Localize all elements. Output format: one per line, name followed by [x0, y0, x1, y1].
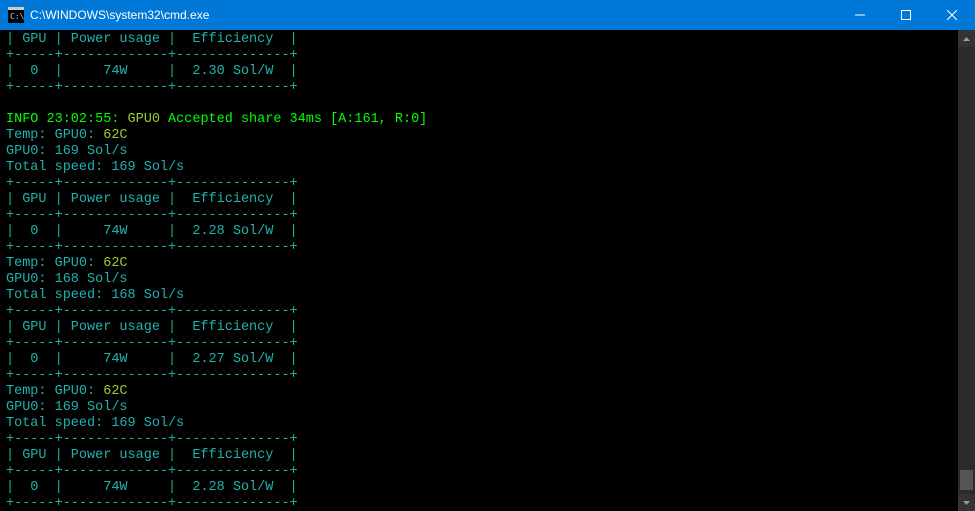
svg-text:C:\: C:\: [10, 12, 24, 21]
table-header: | GPU | Power usage | Efficiency |: [6, 192, 298, 207]
scroll-down-arrow[interactable]: [958, 494, 975, 511]
maximize-button[interactable]: [883, 0, 929, 30]
total-speed: Total speed: 169 Sol/s: [6, 160, 184, 175]
table-row: | 0 | 74W | 2.30 Sol/W |: [6, 64, 298, 79]
table-header: | GPU | Power usage | Efficiency |: [6, 448, 298, 463]
table-rule: +-----+-------------+--------------+: [6, 336, 298, 351]
table-rule: +-----+-------------+--------------+: [6, 496, 298, 511]
total-speed: Total speed: 168 Sol/s: [6, 288, 184, 303]
info-prefix: INFO 23:02:55:: [6, 112, 128, 127]
cmd-window: C:\ C:\WINDOWS\system32\cmd.exe | GPU | …: [0, 0, 975, 511]
gpu-speed: GPU0: 169 Sol/s: [6, 144, 128, 159]
table-rule: +-----+-------------+--------------+: [6, 80, 298, 95]
table-rule: +-----+-------------+--------------+: [6, 48, 298, 63]
gpu-speed: GPU0: 168 Sol/s: [6, 272, 128, 287]
temp-label: Temp: GPU0:: [6, 256, 103, 271]
table-row: | 0 | 74W | 2.27 Sol/W |: [6, 352, 298, 367]
content-area: | GPU | Power usage | Efficiency | +----…: [0, 30, 975, 511]
table-rule: +-----+-------------+--------------+: [6, 304, 298, 319]
table-rule: +-----+-------------+--------------+: [6, 240, 298, 255]
scroll-thumb[interactable]: [960, 470, 973, 490]
table-row: | 0 | 74W | 2.28 Sol/W |: [6, 480, 298, 495]
temp-value: 62C: [103, 384, 127, 399]
close-button[interactable]: [929, 0, 975, 30]
table-row: | 0 | 74W | 2.28 Sol/W |: [6, 224, 298, 239]
table-rule: +-----+-------------+--------------+: [6, 464, 298, 479]
vertical-scrollbar[interactable]: [958, 30, 975, 511]
temp-value: 62C: [103, 256, 127, 271]
scroll-up-arrow[interactable]: [958, 30, 975, 47]
table-rule: +-----+-------------+--------------+: [6, 368, 298, 383]
cmd-icon: C:\: [8, 7, 24, 23]
minimize-button[interactable]: [837, 0, 883, 30]
window-title: C:\WINDOWS\system32\cmd.exe: [30, 8, 209, 22]
temp-label: Temp: GPU0:: [6, 384, 103, 399]
gpu-speed: GPU0: 169 Sol/s: [6, 400, 128, 415]
info-rest: Accepted share 34ms [A:161, R:0]: [160, 112, 427, 127]
temp-value: 62C: [103, 128, 127, 143]
total-speed: Total speed: 169 Sol/s: [6, 416, 184, 431]
temp-label: Temp: GPU0:: [6, 128, 103, 143]
terminal-output[interactable]: | GPU | Power usage | Efficiency | +----…: [0, 30, 958, 511]
table-rule: +-----+-------------+--------------+: [6, 176, 298, 191]
table-rule: +-----+-------------+--------------+: [6, 432, 298, 447]
table-rule: +-----+-------------+--------------+: [6, 208, 298, 223]
table-header: | GPU | Power usage | Efficiency |: [6, 32, 298, 47]
table-header: | GPU | Power usage | Efficiency |: [6, 320, 298, 335]
titlebar[interactable]: C:\ C:\WINDOWS\system32\cmd.exe: [0, 0, 975, 30]
info-gpu: GPU0: [128, 112, 160, 127]
